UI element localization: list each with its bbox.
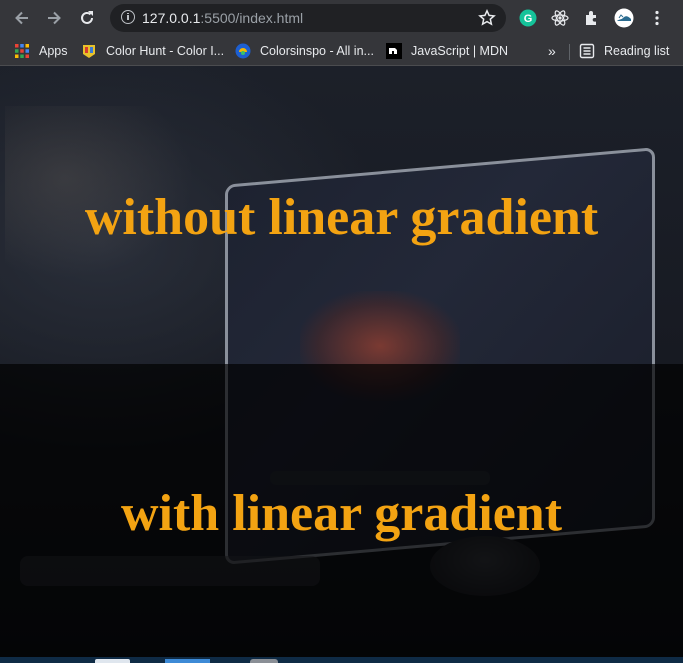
url-text: 127.0.0.1:5500/index.html	[142, 10, 303, 26]
react-devtools-extension[interactable]	[550, 8, 570, 28]
bookmark-label: JavaScript | MDN	[411, 44, 509, 58]
heading-with-gradient: with linear gradient	[120, 485, 563, 542]
color-hunt-icon	[81, 43, 97, 59]
bookmark-colorsinspo[interactable]: Colorsinspo - All in...	[235, 42, 374, 60]
reading-list-label: Reading list	[604, 44, 670, 58]
reading-list-icon	[579, 43, 595, 59]
menu-dots-icon	[655, 10, 659, 26]
bookmark-label: Colorsinspo - All in...	[260, 44, 374, 58]
extensions-button[interactable]	[582, 8, 602, 28]
profile-button[interactable]	[614, 8, 634, 28]
bookmark-label: Color Hunt - Color I...	[106, 44, 225, 58]
forward-button[interactable]	[43, 7, 65, 29]
taskbar-item-active[interactable]	[165, 659, 210, 663]
react-devtools-icon	[551, 10, 569, 26]
reload-button[interactable]	[76, 7, 98, 29]
bookmark-label: Apps	[39, 44, 68, 58]
site-info-icon[interactable]	[121, 10, 135, 24]
grammarly-icon: G	[519, 9, 537, 27]
heading-without-gradient: without linear gradient	[84, 189, 599, 246]
back-button[interactable]	[11, 7, 33, 29]
bookmark-apps[interactable]: Apps	[14, 42, 68, 60]
taskbar-item[interactable]	[95, 659, 130, 663]
overflow-chevron: »	[548, 43, 556, 59]
reading-list-button[interactable]: Reading list	[579, 42, 669, 60]
reload-icon	[81, 11, 93, 24]
bookmarks-divider	[569, 44, 570, 60]
arrow-left-icon	[15, 11, 28, 25]
bookmark-mdn[interactable]: JavaScript | MDN	[386, 42, 508, 60]
browser-menu-button[interactable]	[647, 8, 667, 28]
bookmarks-bar: Apps Color Hunt - Color I... Colorsinspo…	[0, 36, 683, 66]
mdn-icon	[386, 43, 402, 59]
svg-text:G: G	[524, 13, 533, 25]
browser-toolbar: 127.0.0.1:5500/index.html G	[0, 0, 683, 36]
address-bar[interactable]: 127.0.0.1:5500/index.html	[110, 4, 506, 32]
page-viewport: without linear gradient with linear grad…	[0, 66, 683, 657]
taskbar-item[interactable]	[250, 659, 278, 663]
extensions-puzzle-icon	[586, 11, 596, 25]
apps-grid-icon	[14, 43, 30, 59]
bookmark-star-icon[interactable]	[478, 9, 496, 27]
arrow-right-icon	[48, 11, 61, 25]
url-host: 127.0.0.1	[142, 10, 201, 26]
bookmarks-overflow-button[interactable]: »	[548, 42, 556, 60]
profile-avatar-icon	[614, 8, 634, 28]
grammarly-extension[interactable]: G	[518, 8, 538, 28]
colorsinspo-icon	[235, 43, 251, 59]
url-path: :5500/index.html	[200, 10, 304, 26]
bookmark-color-hunt[interactable]: Color Hunt - Color I...	[81, 42, 224, 60]
